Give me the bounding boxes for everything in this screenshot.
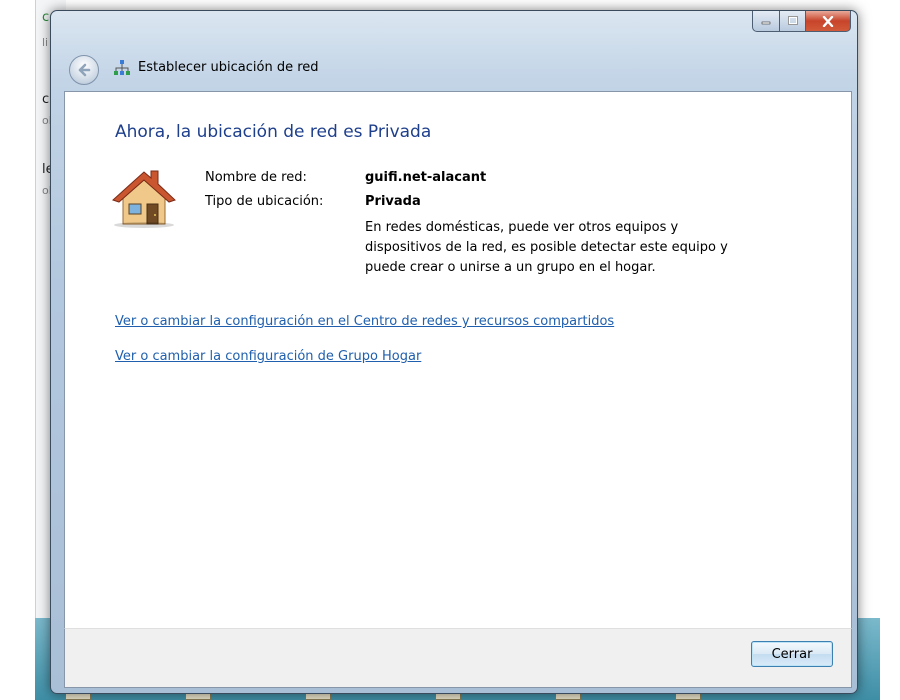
network-name-label: Nombre de red: bbox=[205, 170, 307, 185]
back-button[interactable] bbox=[69, 55, 99, 85]
window-title: Establecer ubicación de red bbox=[138, 60, 319, 75]
minimize-button[interactable] bbox=[752, 11, 780, 32]
network-sharing-center-link[interactable]: Ver o cambiar la configuración en el Cen… bbox=[115, 314, 614, 329]
close-button[interactable]: Cerrar bbox=[751, 641, 833, 667]
network-icon bbox=[114, 60, 130, 75]
back-arrow-icon bbox=[78, 63, 91, 77]
location-type-value: Privada bbox=[365, 194, 421, 209]
background-blur bbox=[151, 39, 651, 51]
close-icon bbox=[822, 15, 834, 27]
background-text: li bbox=[42, 36, 49, 49]
caption-buttons bbox=[752, 11, 851, 32]
location-description: En redes domésticas, puede ver otros equ… bbox=[365, 220, 728, 275]
maximize-button[interactable] bbox=[780, 11, 806, 32]
dialog-footer: Cerrar bbox=[64, 628, 852, 688]
minimize-icon bbox=[761, 21, 771, 25]
network-name-value: guifi.net-alacant bbox=[365, 170, 487, 185]
homegroup-settings-link[interactable]: Ver o cambiar la configuración de Grupo … bbox=[115, 349, 421, 364]
close-window-button[interactable] bbox=[806, 11, 851, 32]
background-text: c bbox=[42, 92, 50, 107]
content-pane: Ahora, la ubicación de red es Privada No… bbox=[64, 91, 852, 629]
page-title: Ahora, la ubicación de red es Privada bbox=[115, 122, 432, 142]
home-network-icon bbox=[112, 170, 176, 228]
network-location-window: Establecer ubicación de red Ahora, la ub… bbox=[50, 10, 858, 694]
location-type-label: Tipo de ubicación: bbox=[205, 194, 324, 209]
maximize-icon bbox=[787, 16, 798, 25]
